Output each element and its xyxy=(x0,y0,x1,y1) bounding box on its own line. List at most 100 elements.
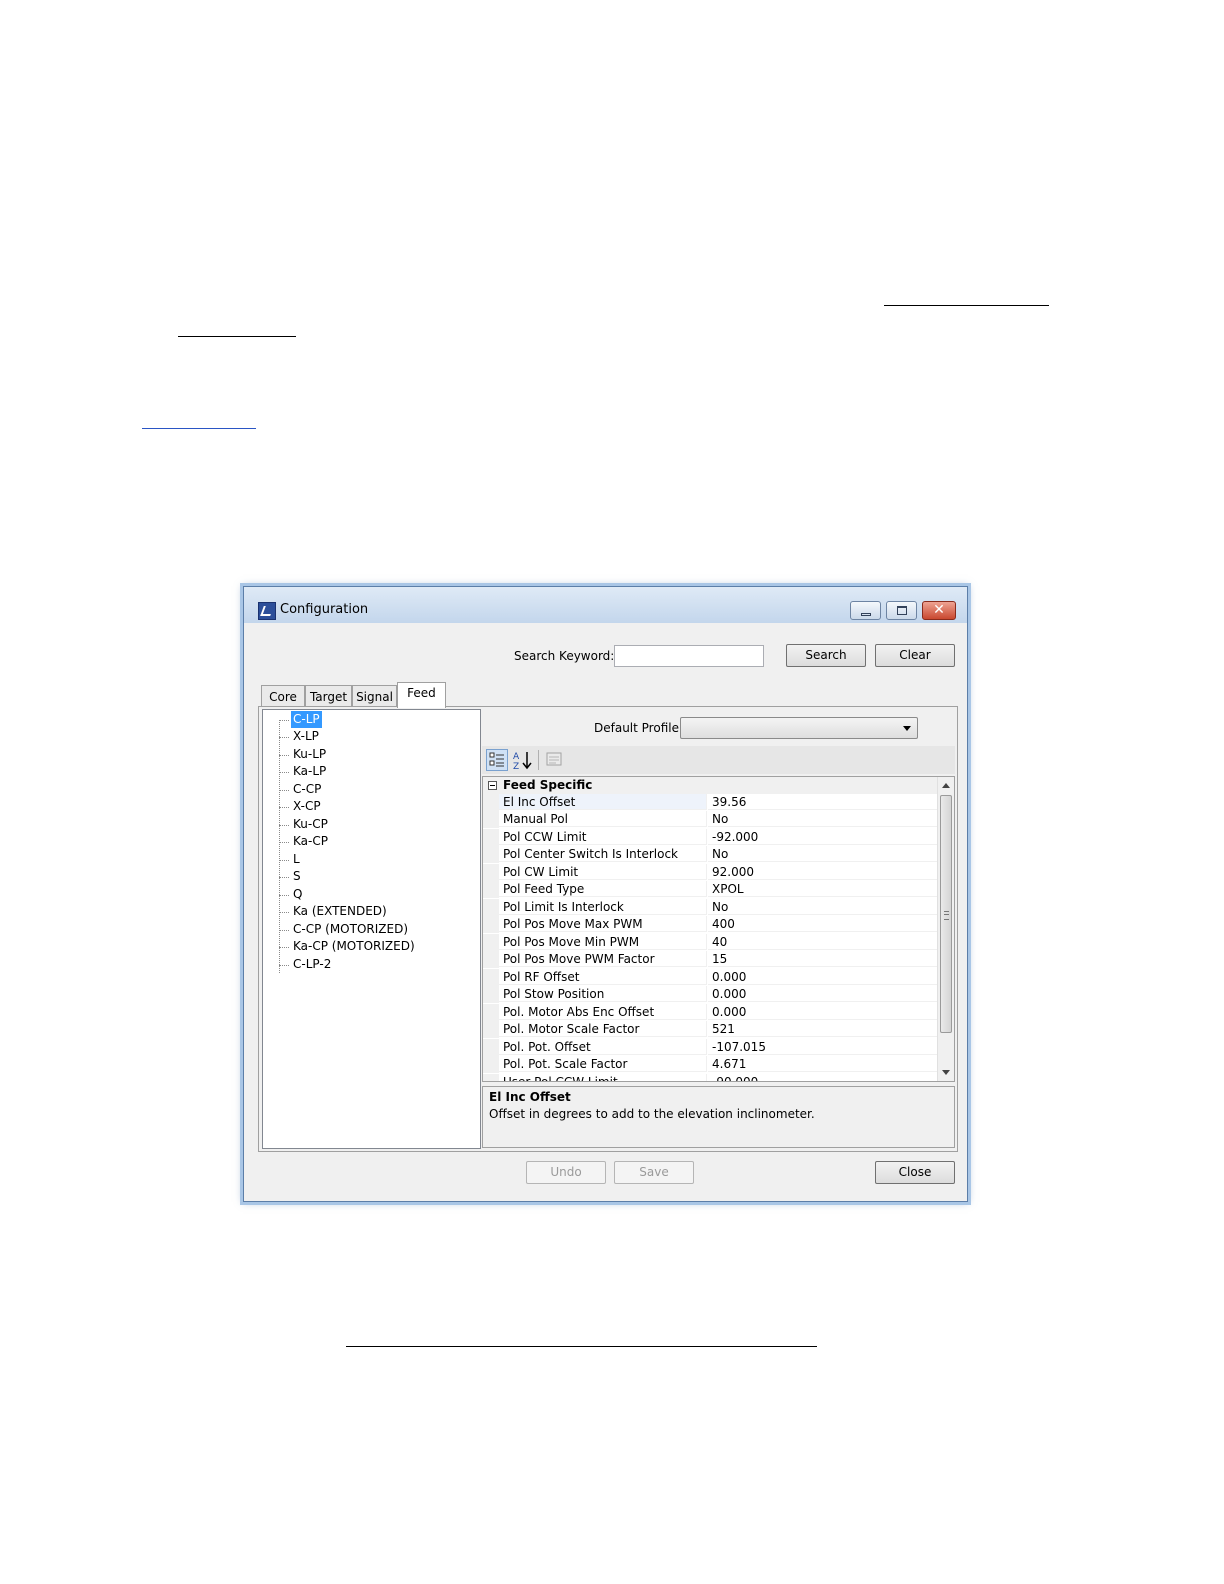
tree-item[interactable]: S xyxy=(279,868,479,885)
property-row[interactable]: Pol Pos Move Max PWM 400 xyxy=(483,916,938,933)
help-description: Offset in degrees to add to the elevatio… xyxy=(489,1107,815,1121)
property-row[interactable]: Pol Pos Move Min PWM 40 xyxy=(483,934,938,951)
property-row[interactable]: Pol RF Offset 0.000 xyxy=(483,969,938,986)
doc-link-underline xyxy=(142,428,256,429)
tree-item-label: Ka-CP xyxy=(293,834,328,848)
property-row[interactable]: Manual Pol No xyxy=(483,811,938,828)
property-value[interactable]: 0.000 xyxy=(708,986,938,1002)
property-value[interactable]: 4.671 xyxy=(708,1056,938,1072)
collapse-icon[interactable] xyxy=(488,781,497,790)
property-name: Pol. Motor Scale Factor xyxy=(499,1021,707,1037)
tab-feed[interactable]: Feed xyxy=(397,682,446,708)
close-button[interactable]: Close xyxy=(875,1161,955,1184)
property-row[interactable]: Pol Pos Move PWM Factor 15 xyxy=(483,951,938,968)
property-value[interactable]: 521 xyxy=(708,1021,938,1037)
property-row[interactable]: Pol Limit Is Interlock No xyxy=(483,899,938,916)
property-value[interactable]: 40 xyxy=(708,934,938,950)
property-value[interactable]: No xyxy=(708,811,938,827)
property-value[interactable]: 92.000 xyxy=(708,864,938,880)
profile-tree[interactable]: C-LP X-LP Ku-LP Ka-LP C-CP X-CP Ku-CP Ka… xyxy=(262,709,481,1149)
property-value[interactable]: 400 xyxy=(708,916,938,932)
scroll-down-icon[interactable] xyxy=(942,1070,950,1075)
close-window-button[interactable]: ✕ xyxy=(922,601,956,620)
tree-item[interactable]: Ka-CP xyxy=(279,833,479,850)
row-gutter xyxy=(483,881,499,898)
tree-item[interactable]: Ka (EXTENDED) xyxy=(279,903,479,920)
tree-connector xyxy=(279,877,289,878)
tree-item-label: X-CP xyxy=(293,799,321,813)
row-gutter xyxy=(483,951,499,968)
tree-item[interactable]: X-CP xyxy=(279,798,479,815)
save-button[interactable]: Save xyxy=(614,1161,694,1184)
property-row[interactable]: Pol CCW Limit -92.000 xyxy=(483,829,938,846)
property-row[interactable]: Pol Feed Type XPOL xyxy=(483,881,938,898)
tree-item[interactable]: Ku-LP xyxy=(279,746,479,763)
tree-item[interactable]: C-CP xyxy=(279,781,479,798)
tree-item[interactable]: Ku-CP xyxy=(279,816,479,833)
maximize-button[interactable] xyxy=(886,601,917,620)
default-profile-select[interactable] xyxy=(680,717,918,739)
property-row[interactable]: Pol. Pot. Scale Factor 4.671 xyxy=(483,1056,938,1073)
search-button[interactable]: Search xyxy=(786,644,866,667)
row-gutter xyxy=(483,864,499,881)
property-value[interactable]: XPOL xyxy=(708,881,938,897)
property-name: Pol. Pot. Scale Factor xyxy=(499,1056,707,1072)
property-pages-icon xyxy=(546,752,562,766)
tab-core[interactable]: Core xyxy=(261,685,305,707)
undo-button[interactable]: Undo xyxy=(526,1161,606,1184)
property-row[interactable]: Pol CW Limit 92.000 xyxy=(483,864,938,881)
tree-connector xyxy=(279,912,289,913)
vertical-scrollbar[interactable] xyxy=(937,777,954,1081)
tree-item[interactable]: Ka-LP xyxy=(279,763,479,780)
property-row[interactable]: Pol Center Switch Is Interlock No xyxy=(483,846,938,863)
tree-item[interactable]: C-LP-2 xyxy=(279,956,479,973)
property-grid[interactable]: Feed Specific El Inc Offset 39.56 Manual … xyxy=(482,776,955,1082)
property-row[interactable]: User Pol CCW Limit -90.000 xyxy=(483,1074,938,1081)
tree-item[interactable]: Ka-CP (MOTORIZED) xyxy=(279,938,479,955)
property-value[interactable]: -90.000 xyxy=(708,1074,938,1081)
tree-item[interactable]: X-LP xyxy=(279,728,479,745)
property-row[interactable]: Pol. Pot. Offset -107.015 xyxy=(483,1039,938,1056)
scroll-up-icon[interactable] xyxy=(942,783,950,788)
tab-signal[interactable]: Signal xyxy=(352,685,397,707)
property-grid-toolbar: A Z xyxy=(482,746,955,774)
title-bar[interactable]: Configuration ✕ xyxy=(244,587,967,623)
property-row[interactable]: Pol. Motor Scale Factor 521 xyxy=(483,1021,938,1038)
categorized-icon xyxy=(489,752,504,767)
property-value[interactable]: 39.56 xyxy=(708,794,938,810)
property-row[interactable]: El Inc Offset 39.56 xyxy=(483,794,938,811)
tree-connector xyxy=(279,860,289,861)
tree-item[interactable]: C-LP xyxy=(279,711,479,728)
property-name: Pol Pos Move PWM Factor xyxy=(499,951,707,967)
tree-item[interactable]: L xyxy=(279,851,479,868)
sort-az-icon: A Z xyxy=(513,752,532,772)
row-gutter xyxy=(483,916,499,933)
clear-button[interactable]: Clear xyxy=(875,644,955,667)
alphabetical-button[interactable]: A Z xyxy=(512,749,534,772)
property-value[interactable]: No xyxy=(708,899,938,915)
minimize-button[interactable] xyxy=(850,601,881,620)
categorized-button[interactable] xyxy=(486,749,508,771)
search-input[interactable] xyxy=(614,645,764,667)
doc-underline xyxy=(346,1346,817,1347)
property-pages-button[interactable] xyxy=(544,749,566,771)
property-value[interactable]: 0.000 xyxy=(708,969,938,985)
property-value[interactable]: 15 xyxy=(708,951,938,967)
property-row[interactable]: Pol Stow Position 0.000 xyxy=(483,986,938,1003)
category-row[interactable]: Feed Specific xyxy=(483,777,938,794)
row-gutter xyxy=(483,986,499,1003)
property-value[interactable]: -92.000 xyxy=(708,829,938,845)
doc-underline xyxy=(884,305,1049,306)
property-value[interactable]: No xyxy=(708,846,938,862)
property-row[interactable]: Pol. Motor Abs Enc Offset 0.000 xyxy=(483,1004,938,1021)
close-icon: ✕ xyxy=(933,602,945,618)
property-value[interactable]: 0.000 xyxy=(708,1004,938,1020)
row-gutter xyxy=(483,1074,499,1081)
tree-item[interactable]: C-CP (MOTORIZED) xyxy=(279,921,479,938)
tree-connector xyxy=(279,825,289,826)
tab-target[interactable]: Target xyxy=(305,685,352,707)
tree-connector xyxy=(279,737,289,738)
property-value[interactable]: -107.015 xyxy=(708,1039,938,1055)
scroll-thumb[interactable] xyxy=(940,795,952,1033)
tree-item[interactable]: Q xyxy=(279,886,479,903)
